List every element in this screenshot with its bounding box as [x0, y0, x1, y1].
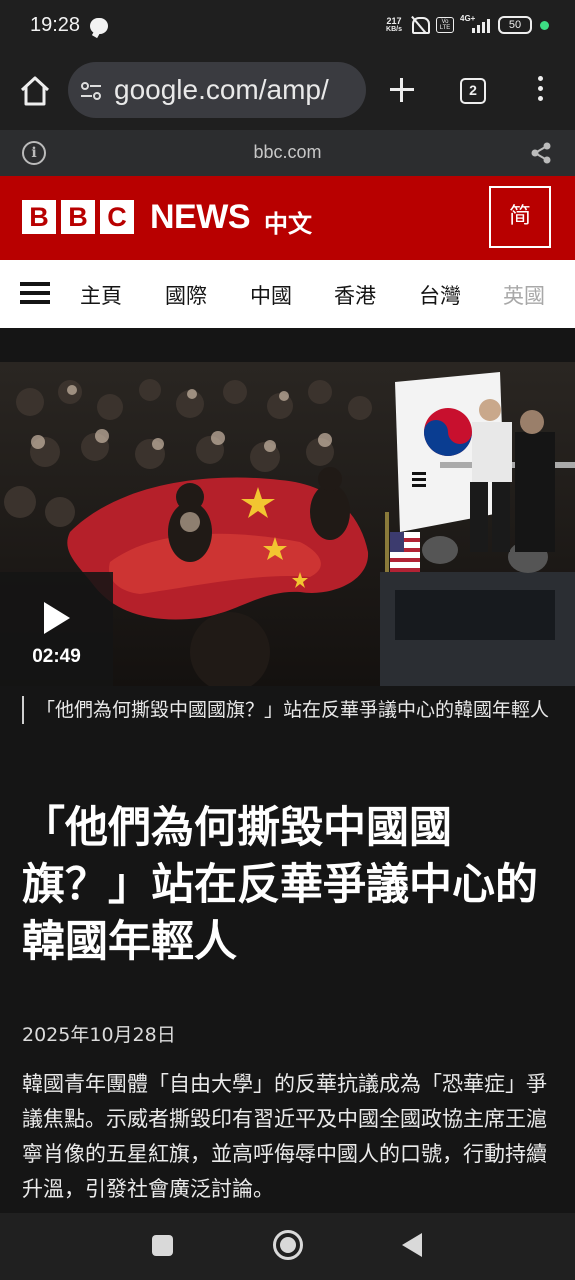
spacer — [0, 328, 575, 362]
tune-icon[interactable] — [80, 80, 102, 102]
plus-icon[interactable] — [388, 76, 416, 104]
browser-toolbar: google.com/amp/ 2 — [0, 56, 575, 130]
status-icons: 217 KB/s Vo LTE 4G+ 50 — [386, 14, 549, 34]
amp-domain[interactable]: bbc.com — [0, 142, 575, 163]
more-vert-icon[interactable] — [534, 76, 546, 106]
article-summary: 韓國青年團體「自由大學」的反華抗議成為「恐華症」爭議焦點。示威者撕毀印有習近平及… — [22, 1072, 547, 1201]
url-bar[interactable]: google.com/amp/ — [68, 62, 366, 118]
nav-item-home[interactable]: 主頁 — [80, 280, 122, 310]
chinese-wordmark[interactable]: 中文 — [264, 204, 312, 239]
hamburger-menu-icon[interactable] — [20, 282, 50, 306]
section-nav: 主頁 國際 中國 香港 台灣 英國 — [0, 260, 575, 328]
article-headline: 「他們為何撕毀中國國旗？」站在反華爭議中心的韓國年輕人 — [22, 803, 538, 967]
signal-icon: 4G+ — [460, 14, 490, 33]
nav-item-uk[interactable]: 英國 — [503, 280, 545, 310]
logo-letter: B — [61, 200, 95, 234]
home-circle-icon[interactable] — [273, 1230, 303, 1260]
video-caption: 「他們為何撕毀中國國旗？」站在反華爭議中心的韓國年輕人 — [22, 696, 552, 724]
status-bar: 19:28 217 KB/s Vo LTE 4G+ 50 — [0, 0, 575, 56]
bbc-logo[interactable]: B B C — [22, 200, 134, 234]
status-time: 19:28 — [30, 14, 81, 36]
amp-info-bar: i bbc.com — [0, 130, 575, 176]
share-icon[interactable] — [530, 142, 552, 164]
video-player[interactable]: 02:49 — [0, 362, 575, 686]
play-button[interactable]: 02:49 — [0, 572, 113, 686]
video-duration: 02:49 — [32, 646, 81, 667]
simplified-chinese-toggle[interactable]: 简 — [489, 186, 551, 248]
battery-icon: 50 — [498, 16, 532, 34]
line-app-icon — [90, 18, 108, 34]
net-speed-unit: KB/s — [386, 25, 402, 33]
network-type: 4G+ — [460, 14, 476, 23]
nav-item-hongkong[interactable]: 香港 — [334, 280, 376, 310]
tabs-icon[interactable]: 2 — [460, 78, 486, 104]
url-text[interactable]: google.com/amp/ — [114, 74, 329, 106]
nav-item-international[interactable]: 國際 — [165, 280, 207, 310]
volte-icon: Vo LTE — [436, 17, 454, 33]
play-icon[interactable] — [44, 602, 70, 634]
net-speed-value: 217 — [386, 15, 402, 26]
system-navigation-bar — [0, 1213, 575, 1280]
logo-letter: B — [22, 200, 56, 234]
logo-letter: C — [100, 200, 134, 234]
recents-icon[interactable] — [152, 1235, 173, 1256]
nav-item-taiwan[interactable]: 台灣 — [419, 280, 461, 310]
news-wordmark[interactable]: NEWS — [150, 198, 251, 237]
net-speed: 217 KB/s — [386, 15, 402, 34]
back-icon[interactable] — [402, 1233, 422, 1257]
article-date: 2025年10月28日 — [22, 1024, 176, 1046]
bbc-header: B B C NEWS 中文 简 — [0, 176, 575, 260]
bell-off-icon — [410, 16, 430, 34]
home-icon[interactable] — [18, 74, 52, 108]
nav-item-china[interactable]: 中國 — [250, 280, 292, 310]
charging-dot-icon — [540, 20, 549, 30]
